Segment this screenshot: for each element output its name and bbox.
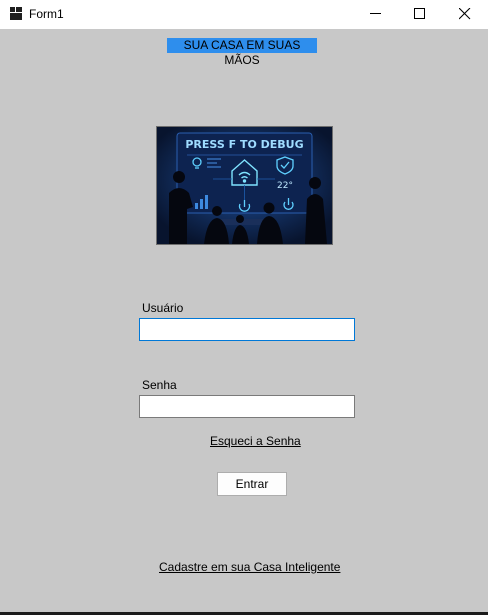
close-icon xyxy=(459,8,471,20)
logo-caption: PRESS F TO DEBUG xyxy=(185,138,303,151)
register-link[interactable]: Cadastre em sua Casa Inteligente xyxy=(159,560,340,574)
minimize-icon xyxy=(370,13,381,14)
maximize-icon xyxy=(414,8,425,19)
maximize-button[interactable] xyxy=(397,0,443,29)
password-label: Senha xyxy=(142,378,177,392)
window-title: Form1 xyxy=(29,7,64,21)
close-button[interactable] xyxy=(442,0,488,29)
username-label: Usuário xyxy=(142,301,184,315)
smart-home-illustration: PRESS F TO DEBUG 22° xyxy=(157,127,332,244)
temperature-readout: 22° xyxy=(277,181,293,191)
app-banner: SUA CASA EM SUAS MÃOS xyxy=(167,38,317,67)
forgot-password-link[interactable]: Esqueci a Senha xyxy=(210,434,301,448)
username-field[interactable] xyxy=(139,318,355,341)
login-button[interactable]: Entrar xyxy=(217,472,287,496)
password-field[interactable] xyxy=(139,395,355,418)
smart-home-logo-image: PRESS F TO DEBUG 22° xyxy=(156,126,333,245)
title-bar[interactable]: Form1 xyxy=(0,0,488,29)
minimize-button[interactable] xyxy=(353,0,399,29)
form-app-icon xyxy=(10,7,22,20)
